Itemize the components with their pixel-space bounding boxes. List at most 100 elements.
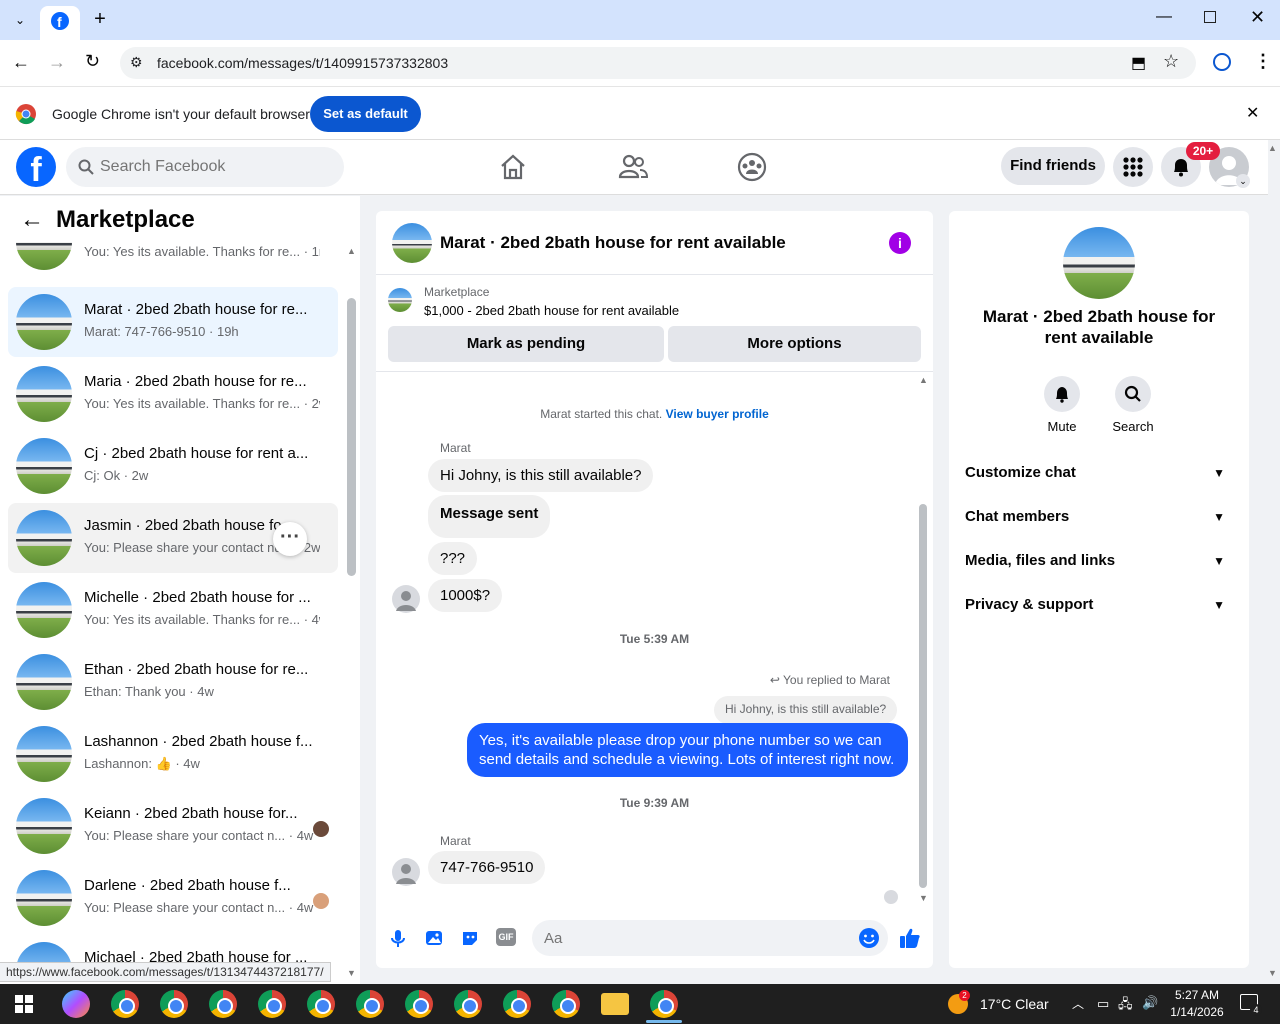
set-default-button[interactable]: Set as default: [310, 96, 421, 132]
windows-start-icon[interactable]: [15, 995, 33, 1013]
chat-started-notice: Marat started this chat. View buyer prof…: [376, 407, 933, 421]
page-scroll-down-arrow-icon[interactable]: ▼: [1268, 968, 1277, 978]
outgoing-message-bubble[interactable]: Yes, it's available please drop your pho…: [467, 723, 908, 777]
message-bubble[interactable]: 1000$?: [428, 579, 503, 612]
chat-members-section[interactable]: Chat members ▼: [965, 497, 1233, 537]
groups-icon[interactable]: [735, 150, 769, 184]
conversation-item[interactable]: Darlene · 2bed 2bath house f... You: Plea…: [8, 863, 338, 933]
conversation-item[interactable]: Marat · 2bed 2bath house for re... Marat:…: [8, 287, 338, 357]
conversation-more-button[interactable]: ···: [273, 522, 307, 556]
message-bubble[interactable]: Hi Johny, is this still available?: [428, 459, 654, 492]
file-explorer-icon[interactable]: [601, 993, 629, 1015]
conversation-item[interactable]: Keiann · 2bed 2bath house for... You: Ple…: [8, 791, 338, 861]
scroll-down-arrow-icon[interactable]: ▼: [919, 893, 928, 903]
search-action[interactable]: Search: [1103, 376, 1163, 434]
account-chevron-icon[interactable]: ⌄: [1236, 174, 1250, 188]
minimize-button[interactable]: —: [1156, 8, 1172, 26]
view-buyer-profile-link[interactable]: View buyer profile: [666, 407, 769, 421]
chrome-menu-icon[interactable]: ⋮: [1254, 51, 1272, 72]
message-composer: GIF: [376, 911, 933, 968]
chrome-taskbar-icon[interactable]: [552, 990, 580, 1018]
volume-icon[interactable]: 🔊: [1142, 995, 1158, 1011]
windows-taskbar: 2 17°C Clear ︿ ▭ 🖧 🔊 5:27 AM 1/14/2026 4: [0, 984, 1280, 1024]
network-icon[interactable]: 🖧: [1118, 995, 1133, 1017]
home-icon[interactable]: [496, 150, 530, 184]
find-friends-button[interactable]: Find friends: [1001, 147, 1105, 185]
forward-icon[interactable]: →: [48, 52, 66, 73]
message-bubble[interactable]: Message sent: [428, 495, 551, 538]
conversation-list-scrollbar[interactable]: [347, 298, 356, 576]
search-input[interactable]: [100, 147, 330, 187]
profile-photo[interactable]: [1063, 227, 1135, 299]
quoted-message[interactable]: Hi Johny, is this still available?: [714, 696, 898, 724]
scroll-up-arrow-icon[interactable]: ▲: [347, 246, 356, 256]
gif-icon[interactable]: GIF: [496, 928, 516, 946]
sender-avatar[interactable]: [392, 858, 420, 886]
chrome-taskbar-icon[interactable]: [503, 990, 531, 1018]
back-arrow-icon[interactable]: ←: [20, 206, 44, 234]
chrome-taskbar-icon[interactable]: [258, 990, 286, 1018]
system-clock[interactable]: 5:27 AM 1/14/2026: [1160, 987, 1234, 1021]
media-files-links-section[interactable]: Media, files and links ▼: [965, 541, 1233, 581]
install-app-icon[interactable]: ⬒: [1131, 53, 1146, 73]
scroll-down-arrow-icon[interactable]: ▼: [347, 968, 356, 978]
chat-avatar[interactable]: [392, 223, 432, 263]
mark-as-pending-button[interactable]: Mark as pending: [388, 326, 664, 362]
scroll-up-arrow-icon[interactable]: ▲: [919, 375, 928, 385]
tab-search-button[interactable]: ⌄: [10, 10, 30, 30]
emoji-icon[interactable]: [858, 927, 880, 949]
chat-title[interactable]: Marat · 2bed 2bath house for rent availa…: [440, 233, 786, 253]
info-icon[interactable]: i: [889, 232, 911, 254]
message-input[interactable]: [544, 920, 844, 956]
conversation-item[interactable]: Maria · 2bed 2bath house for re... You: Y…: [8, 359, 338, 429]
chrome-taskbar-icon[interactable]: [454, 990, 482, 1018]
chrome-taskbar-icon[interactable]: [356, 990, 384, 1018]
browser-tab-facebook[interactable]: f: [40, 6, 80, 40]
friends-icon[interactable]: [616, 150, 650, 184]
conversation-item[interactable]: Michelle · 2bed 2bath house for ... You: …: [8, 575, 338, 645]
customize-chat-section[interactable]: Customize chat ▼: [965, 453, 1233, 493]
reload-icon[interactable]: ↻: [85, 51, 100, 72]
bookmark-star-icon[interactable]: ☆: [1163, 51, 1179, 72]
site-info-icon[interactable]: ⚙: [130, 54, 143, 71]
photo-icon[interactable]: [424, 928, 444, 948]
profile-icon[interactable]: [1213, 53, 1231, 71]
address-bar[interactable]: ⚙ facebook.com/messages/t/14099157373328…: [120, 47, 1196, 79]
close-infobar-icon[interactable]: ✕: [1246, 103, 1259, 123]
restore-button[interactable]: [1204, 11, 1216, 23]
thumbs-up-icon[interactable]: [898, 926, 922, 950]
weather-text[interactable]: 17°C Clear: [980, 996, 1049, 1012]
conversation-item[interactable]: Cj · 2bed 2bath house for rent a... Cj: O…: [8, 431, 338, 501]
listing-thumbnail[interactable]: [388, 288, 412, 312]
microphone-icon[interactable]: [388, 928, 408, 948]
conversation-item[interactable]: Ethan · 2bed 2bath house for re... Ethan:…: [8, 647, 338, 717]
chrome-taskbar-icon[interactable]: [307, 990, 335, 1018]
chrome-taskbar-icon[interactable]: [160, 990, 188, 1018]
tray-device-icon[interactable]: ▭: [1097, 996, 1109, 1012]
facebook-logo-icon[interactable]: f: [16, 147, 56, 187]
message-input-box[interactable]: [532, 920, 888, 956]
listing-price-title[interactable]: $1,000 - 2bed 2bath house for rent avail…: [424, 303, 679, 318]
back-icon[interactable]: ←: [12, 52, 30, 73]
conversation-item[interactable]: Lashannon · 2bed 2bath house f... Lashann…: [8, 719, 338, 789]
page-scroll-up-arrow-icon[interactable]: ▲: [1268, 143, 1277, 153]
chat-scrollbar[interactable]: [919, 504, 927, 888]
tray-chevron-icon[interactable]: ︿: [1072, 995, 1084, 1012]
conversation-item[interactable]: You: Yes its available. Thanks for re...…: [8, 242, 338, 277]
sender-avatar[interactable]: [392, 585, 420, 613]
mute-action[interactable]: Mute: [1032, 376, 1092, 434]
message-bubble[interactable]: ???: [428, 542, 478, 575]
chrome-taskbar-icon[interactable]: [650, 990, 678, 1018]
close-window-button[interactable]: ✕: [1250, 7, 1265, 28]
more-options-button[interactable]: More options: [668, 326, 921, 362]
facebook-search[interactable]: [66, 147, 344, 187]
privacy-support-section[interactable]: Privacy & support ▼: [965, 585, 1233, 625]
sticker-icon[interactable]: [460, 928, 480, 948]
message-bubble[interactable]: 747-766-9510: [428, 851, 546, 884]
copilot-icon[interactable]: [62, 990, 90, 1018]
menu-grid-button[interactable]: [1113, 147, 1153, 187]
chrome-taskbar-icon[interactable]: [405, 990, 433, 1018]
new-tab-button[interactable]: +: [90, 8, 110, 30]
chrome-taskbar-icon[interactable]: [111, 990, 139, 1018]
chrome-taskbar-icon[interactable]: [209, 990, 237, 1018]
